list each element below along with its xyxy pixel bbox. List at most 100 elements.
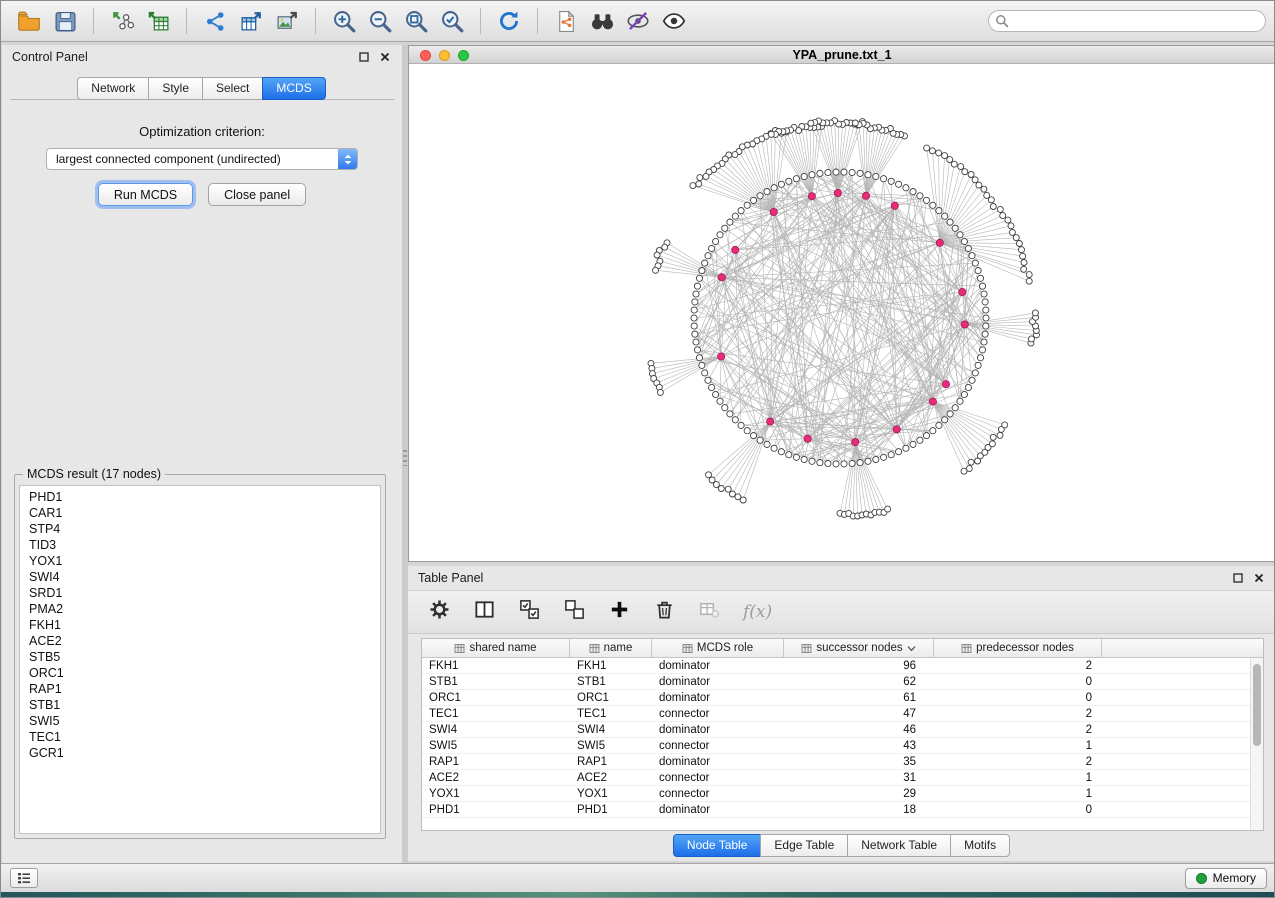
network-window-titlebar[interactable]: YPA_prune.txt_1 bbox=[409, 46, 1275, 64]
export-table-button[interactable] bbox=[233, 5, 269, 37]
table-cell[interactable]: STB1 bbox=[422, 674, 570, 689]
table-scrollbar-thumb[interactable] bbox=[1253, 664, 1261, 746]
show-columns-button[interactable] bbox=[473, 598, 496, 626]
table-cell[interactable]: 61 bbox=[784, 690, 934, 705]
table-row[interactable]: TEC1TEC1connector472 bbox=[422, 706, 1263, 722]
table-cell[interactable]: SWI4 bbox=[570, 722, 652, 737]
export-network-button[interactable] bbox=[197, 5, 233, 37]
table-row[interactable]: ACE2ACE2connector311 bbox=[422, 770, 1263, 786]
mcds-result-item[interactable]: SRD1 bbox=[29, 585, 380, 601]
table-cell[interactable]: 18 bbox=[784, 802, 934, 817]
mcds-result-item[interactable]: GCR1 bbox=[29, 745, 380, 761]
table-cell[interactable]: 0 bbox=[934, 674, 1102, 689]
export-image-button[interactable] bbox=[269, 5, 305, 37]
mcds-result-item[interactable]: PMA2 bbox=[29, 601, 380, 617]
window-close-button[interactable] bbox=[420, 50, 431, 61]
table-row[interactable]: SWI5SWI5connector431 bbox=[422, 738, 1263, 754]
table-row[interactable]: ORC1ORC1dominator610 bbox=[422, 690, 1263, 706]
zoom-in-button[interactable] bbox=[326, 5, 362, 37]
table-cell[interactable]: RAP1 bbox=[422, 754, 570, 769]
import-table-disabled-button[interactable] bbox=[698, 598, 721, 626]
table-cell[interactable]: YOX1 bbox=[422, 786, 570, 801]
mcds-result-item[interactable]: STB1 bbox=[29, 697, 380, 713]
tab-mcds[interactable]: MCDS bbox=[262, 77, 325, 100]
tab-style[interactable]: Style bbox=[148, 77, 203, 100]
table-cell[interactable]: SWI5 bbox=[422, 738, 570, 753]
table-row[interactable]: SWI4SWI4dominator462 bbox=[422, 722, 1263, 738]
search-input[interactable] bbox=[988, 10, 1266, 32]
table-cell[interactable]: RAP1 bbox=[570, 754, 652, 769]
mcds-result-item[interactable]: STP4 bbox=[29, 521, 380, 537]
table-cell[interactable]: dominator bbox=[652, 802, 784, 817]
table-tab-network-table[interactable]: Network Table bbox=[847, 834, 951, 857]
mcds-result-item[interactable]: ORC1 bbox=[29, 665, 380, 681]
mcds-result-list[interactable]: PHD1CAR1STP4TID3YOX1SWI4SRD1PMA2FKH1ACE2… bbox=[19, 485, 381, 834]
table-cell[interactable]: dominator bbox=[652, 690, 784, 705]
save-session-button[interactable] bbox=[47, 5, 83, 37]
table-scrollbar[interactable] bbox=[1250, 658, 1263, 830]
table-cell[interactable]: dominator bbox=[652, 722, 784, 737]
mcds-result-item[interactable]: STB5 bbox=[29, 649, 380, 665]
table-cell[interactable]: PHD1 bbox=[570, 802, 652, 817]
refresh-button[interactable] bbox=[491, 5, 527, 37]
table-cell[interactable]: ORC1 bbox=[422, 690, 570, 705]
table-cell[interactable]: 47 bbox=[784, 706, 934, 721]
tab-select[interactable]: Select bbox=[202, 77, 263, 100]
table-cell[interactable]: 2 bbox=[934, 658, 1102, 673]
mcds-result-item[interactable]: FKH1 bbox=[29, 617, 380, 633]
mcds-result-item[interactable]: SWI5 bbox=[29, 713, 380, 729]
table-cell[interactable]: 2 bbox=[934, 722, 1102, 737]
mcds-result-item[interactable]: PHD1 bbox=[29, 489, 380, 505]
mcds-result-item[interactable]: SWI4 bbox=[29, 569, 380, 585]
column-header-shared-name[interactable]: shared name bbox=[422, 639, 570, 657]
table-cell[interactable]: connector bbox=[652, 786, 784, 801]
table-row[interactable]: STB1STB1dominator620 bbox=[422, 674, 1263, 690]
table-cell[interactable]: ORC1 bbox=[570, 690, 652, 705]
table-cell[interactable]: 0 bbox=[934, 690, 1102, 705]
table-settings-button[interactable] bbox=[428, 598, 451, 626]
table-cell[interactable]: 46 bbox=[784, 722, 934, 737]
hide-show-button[interactable] bbox=[620, 5, 656, 37]
table-cell[interactable]: 1 bbox=[934, 738, 1102, 753]
table-tab-node-table[interactable]: Node Table bbox=[673, 834, 762, 857]
column-header-successor-nodes[interactable]: successor nodes bbox=[784, 639, 934, 657]
table-row[interactable]: RAP1RAP1dominator352 bbox=[422, 754, 1263, 770]
table-tab-edge-table[interactable]: Edge Table bbox=[760, 834, 848, 857]
delete-column-button[interactable] bbox=[653, 598, 676, 626]
table-cell[interactable]: 1 bbox=[934, 770, 1102, 785]
table-cell[interactable]: FKH1 bbox=[570, 658, 652, 673]
table-cell[interactable]: dominator bbox=[652, 658, 784, 673]
window-minimize-button[interactable] bbox=[439, 50, 450, 61]
close-panel-button[interactable] bbox=[378, 50, 392, 64]
table-cell[interactable]: connector bbox=[652, 738, 784, 753]
column-header-predecessor-nodes[interactable]: predecessor nodes bbox=[934, 639, 1102, 657]
table-cell[interactable]: TEC1 bbox=[422, 706, 570, 721]
column-header-name[interactable]: name bbox=[570, 639, 652, 657]
table-tab-motifs[interactable]: Motifs bbox=[950, 834, 1010, 857]
network-graph-canvas[interactable] bbox=[409, 64, 1275, 561]
add-column-button[interactable] bbox=[608, 598, 631, 626]
close-panel-action-button[interactable]: Close panel bbox=[208, 183, 306, 206]
deselect-all-button[interactable] bbox=[563, 598, 586, 626]
show-graphics-button[interactable] bbox=[656, 5, 692, 37]
window-maximize-button[interactable] bbox=[458, 50, 469, 61]
close-table-panel-button[interactable] bbox=[1252, 571, 1266, 585]
table-row[interactable]: PHD1PHD1dominator180 bbox=[422, 802, 1263, 818]
table-cell[interactable]: ACE2 bbox=[422, 770, 570, 785]
tab-network[interactable]: Network bbox=[77, 77, 149, 100]
zoom-selected-button[interactable] bbox=[434, 5, 470, 37]
float-table-panel-button[interactable] bbox=[1231, 571, 1245, 585]
optimization-criterion-dropdown[interactable]: largest connected component (undirected) bbox=[46, 148, 358, 170]
table-cell[interactable]: 29 bbox=[784, 786, 934, 801]
table-cell[interactable]: connector bbox=[652, 770, 784, 785]
zoom-out-button[interactable] bbox=[362, 5, 398, 37]
table-cell[interactable]: 31 bbox=[784, 770, 934, 785]
table-cell[interactable]: dominator bbox=[652, 674, 784, 689]
mcds-result-item[interactable]: YOX1 bbox=[29, 553, 380, 569]
import-table-button[interactable] bbox=[140, 5, 176, 37]
table-cell[interactable]: 2 bbox=[934, 706, 1102, 721]
memory-button[interactable]: Memory bbox=[1185, 868, 1267, 889]
table-cell[interactable]: YOX1 bbox=[570, 786, 652, 801]
mcds-result-item[interactable]: TEC1 bbox=[29, 729, 380, 745]
table-cell[interactable]: connector bbox=[652, 706, 784, 721]
